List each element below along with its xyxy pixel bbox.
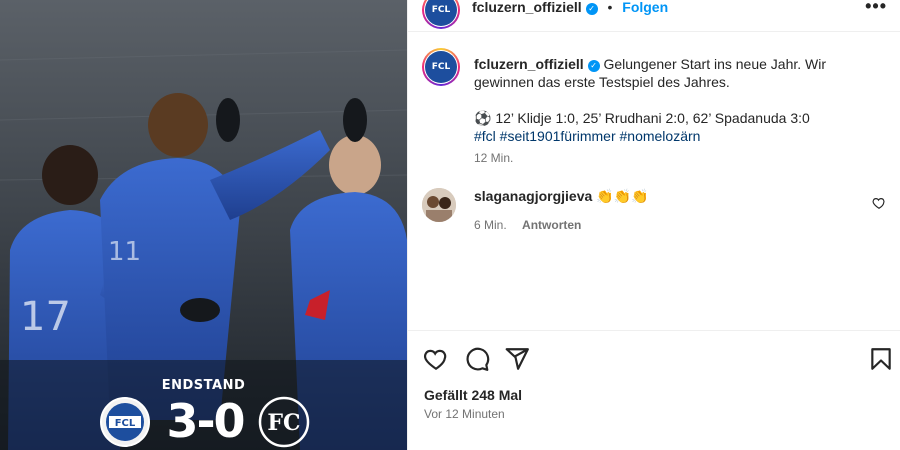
svg-text:17: 17 <box>20 294 71 340</box>
bookmark-icon[interactable] <box>868 346 894 372</box>
caption-hashtags[interactable]: #fcl #seit1901fürimmer #nomelozärn <box>474 127 889 145</box>
comment-time: 6 Min. <box>474 218 507 232</box>
fcl-logo-text: FCL <box>115 418 136 429</box>
caption-username[interactable]: fcluzern_offiziell <box>474 56 584 72</box>
more-icon[interactable]: ••• <box>865 0 887 17</box>
likes-count[interactable]: Gefällt 248 Mal <box>424 387 522 403</box>
comment-meta: 6 Min. Antworten <box>474 218 581 232</box>
heart-icon[interactable] <box>423 346 449 372</box>
post-caption: fcluzern_offiziell ✓ Gelungener Start in… <box>474 55 889 167</box>
reply-button[interactable]: Antworten <box>522 218 581 232</box>
comment-text: 👏👏👏 <box>596 188 649 204</box>
caption-time: 12 Min. <box>474 151 514 165</box>
separator-dot: • <box>607 0 613 15</box>
header-avatar[interactable]: FCL <box>422 0 460 29</box>
comment-icon[interactable] <box>464 346 490 372</box>
post-side-panel: FCL fcluzern_offiziell ✓ • Folgen ••• FC… <box>407 0 900 450</box>
commenter-photo <box>422 188 456 222</box>
opponent-team-logo: FC <box>258 396 310 448</box>
fcl-avatar-logo: FCL <box>425 51 457 83</box>
post-actions: Gefällt 248 Mal Vor 12 Minuten <box>408 330 900 450</box>
comment: slaganagjorgjieva 👏👏👏 <box>474 188 894 205</box>
svg-text:11: 11 <box>108 237 141 267</box>
endstand-label: ENDSTAND <box>161 378 246 393</box>
post-time-ago: Vor 12 Minuten <box>424 407 505 421</box>
commenter-avatar[interactable] <box>422 188 456 222</box>
comment-like-heart-icon[interactable] <box>872 196 886 210</box>
final-score: 3-0 <box>166 394 245 448</box>
caption-avatar[interactable]: FCL <box>422 48 460 86</box>
post-header: FCL fcluzern_offiziell ✓ • Folgen ••• <box>408 0 900 32</box>
opponent-logo-text: FC <box>267 410 300 436</box>
comment-username[interactable]: slaganagjorgjieva <box>474 188 592 204</box>
fcl-team-logo: FCL <box>100 397 150 447</box>
follow-button[interactable]: Folgen <box>622 0 668 15</box>
caption-goals: ⚽ 12’ Klidje 1:0, 25’ Rrudhani 2:0, 62’ … <box>474 110 810 126</box>
verified-icon: ✓ <box>585 3 598 15</box>
share-icon[interactable] <box>504 346 530 372</box>
verified-icon: ✓ <box>587 60 600 72</box>
post-image[interactable]: 17 11 ENDSTAND FCL 3-0 FC <box>0 0 407 450</box>
header-username[interactable]: fcluzern_offiziell <box>472 0 582 15</box>
